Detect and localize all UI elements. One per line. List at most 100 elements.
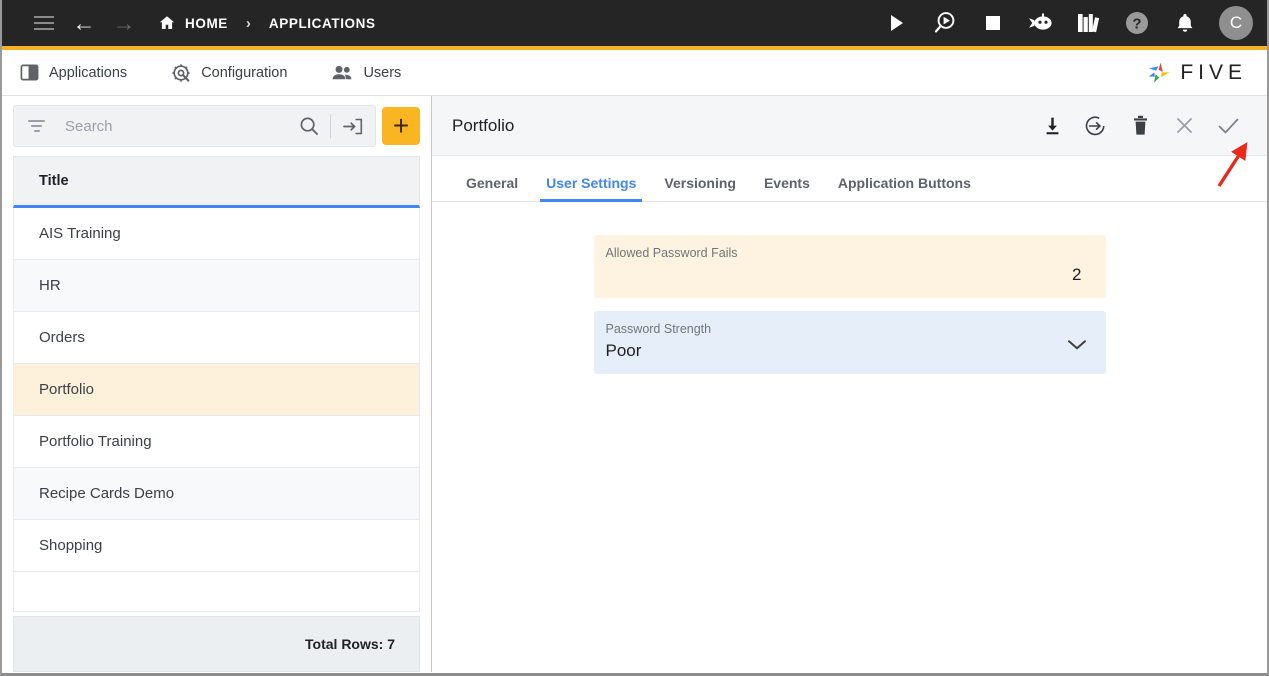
deploy-button[interactable] (1083, 113, 1109, 139)
list-rows: AIS Training HR Orders Portfolio Portfol… (13, 208, 420, 616)
back-button[interactable]: ← (64, 3, 104, 43)
subnav-item-configuration[interactable]: Configuration (171, 63, 287, 83)
tab-general[interactable]: General (452, 176, 532, 201)
breadcrumb: HOME › APPLICATIONS (158, 14, 376, 32)
breadcrumb-item-applications[interactable]: APPLICATIONS (269, 16, 376, 31)
list-item-portfolio-training[interactable]: Portfolio Training (13, 416, 420, 468)
users-icon (333, 65, 352, 79)
application-window: ← → HOME › APPLICATIONS ? C Applications… (0, 0, 1269, 676)
subnav-label-users: Users (363, 64, 402, 81)
subnav-label-configuration: Configuration (201, 64, 288, 81)
search-input[interactable] (65, 117, 292, 135)
subnav-item-applications[interactable]: Applications (20, 63, 127, 82)
list-item-orders[interactable]: Orders (13, 312, 420, 364)
save-button[interactable] (1215, 113, 1241, 139)
brand-logo: FIVE (1146, 60, 1247, 86)
subnav-item-users[interactable]: Users (331, 64, 401, 82)
user-settings-form: Allowed Password Fails 2 Password Streng… (432, 202, 1267, 672)
save-check-icon (1218, 118, 1238, 133)
arrow-left-icon: ← (72, 9, 96, 36)
topbar-action-group: ? C (877, 3, 1253, 43)
library-button[interactable] (1069, 3, 1109, 43)
applications-list-panel: Title AIS Training HR Orders Portfolio (2, 96, 432, 672)
field-label: Allowed Password Fails (605, 246, 738, 260)
hamburger-icon (34, 16, 54, 30)
brand-text: FIVE (1180, 60, 1247, 84)
tab-label: Application Buttons (837, 175, 971, 191)
home-icon (158, 14, 176, 32)
list-item-blank (13, 572, 420, 612)
svg-text:?: ? (1132, 16, 1141, 33)
record-header: Portfolio (432, 96, 1267, 156)
avatar[interactable]: C (1219, 6, 1253, 40)
import-icon (342, 118, 362, 134)
arrow-right-icon: → (112, 9, 136, 36)
stop-button[interactable] (973, 3, 1013, 43)
list-item-label: HR (39, 277, 61, 294)
help-icon: ? (1126, 12, 1148, 34)
tab-application-buttons[interactable]: Application Buttons (824, 176, 985, 201)
list-item-label: Orders (39, 329, 85, 346)
field-label: Password Strength (605, 322, 712, 336)
tab-user-settings[interactable]: User Settings (532, 176, 650, 202)
chat-bot-button[interactable] (1021, 3, 1061, 43)
list-item-label: Shopping (39, 537, 103, 554)
close-icon (1176, 118, 1192, 133)
add-application-button[interactable] (382, 107, 420, 145)
hamburger-menu-icon[interactable] (24, 3, 64, 43)
deploy-icon (1085, 115, 1105, 135)
total-rows-label: Total Rows: 7 (305, 636, 395, 652)
list-item-ais-training[interactable]: AIS Training (13, 208, 420, 260)
field-value[interactable]: 2 (606, 262, 1090, 288)
debug-button[interactable] (925, 3, 965, 43)
list-item-portfolio[interactable]: Portfolio (13, 364, 420, 416)
notifications-button[interactable] (1165, 3, 1205, 43)
field-allowed-password-fails[interactable]: Allowed Password Fails 2 (593, 235, 1106, 298)
applications-icon (20, 64, 39, 81)
secondary-navigation-bar: Applications Configuration Users FIVE (2, 50, 1267, 96)
search-icon (300, 117, 318, 135)
configuration-gear-icon (172, 63, 190, 82)
library-icon (1078, 14, 1100, 33)
five-pinwheel-icon (1149, 62, 1170, 83)
field-password-strength[interactable]: Password Strength Poor (593, 311, 1106, 374)
list-footer: Total Rows: 7 (13, 616, 420, 672)
search-box (13, 105, 376, 147)
record-detail-panel: Portfolio General User Settings Versioni… (432, 96, 1267, 672)
delete-button[interactable] (1127, 113, 1153, 139)
list-header-row: Title (13, 156, 420, 208)
column-header-title: Title (39, 173, 69, 189)
help-button[interactable]: ? (1117, 3, 1157, 43)
run-button[interactable] (877, 3, 917, 43)
tab-label: Events (763, 175, 810, 191)
notifications-bell-icon (1177, 14, 1193, 32)
list-item-recipe-cards-demo[interactable]: Recipe Cards Demo (13, 468, 420, 520)
list-item-shopping[interactable]: Shopping (13, 520, 420, 572)
search-button[interactable] (292, 109, 326, 143)
record-tabs: General User Settings Versioning Events … (432, 156, 1267, 202)
topbar-left-group: ← → HOME › APPLICATIONS (24, 3, 376, 43)
chat-bot-icon (1029, 13, 1052, 30)
tab-versioning[interactable]: Versioning (650, 176, 750, 201)
tab-events[interactable]: Events (750, 176, 824, 201)
breadcrumb-separator-icon: › (245, 14, 251, 32)
subnav-label-applications: Applications (49, 64, 128, 81)
import-button[interactable] (335, 109, 369, 143)
chevron-down-icon[interactable] (1066, 337, 1088, 356)
stop-icon (986, 16, 1000, 30)
forward-button[interactable]: → (104, 3, 144, 43)
list-item-label: Recipe Cards Demo (39, 485, 175, 502)
tab-label: General (466, 175, 519, 191)
list-item-hr[interactable]: HR (13, 260, 420, 312)
debug-icon (934, 12, 955, 33)
toolbar-divider (330, 114, 331, 138)
breadcrumb-item-home[interactable]: HOME (185, 16, 228, 31)
list-item-label: AIS Training (39, 225, 121, 242)
record-action-group (1039, 113, 1241, 139)
close-button[interactable] (1171, 113, 1197, 139)
tab-label: Versioning (664, 175, 736, 191)
filter-icon[interactable] (28, 120, 45, 132)
download-button[interactable] (1039, 113, 1065, 139)
delete-icon (1133, 115, 1147, 135)
top-navigation-bar: ← → HOME › APPLICATIONS ? C (2, 0, 1267, 50)
